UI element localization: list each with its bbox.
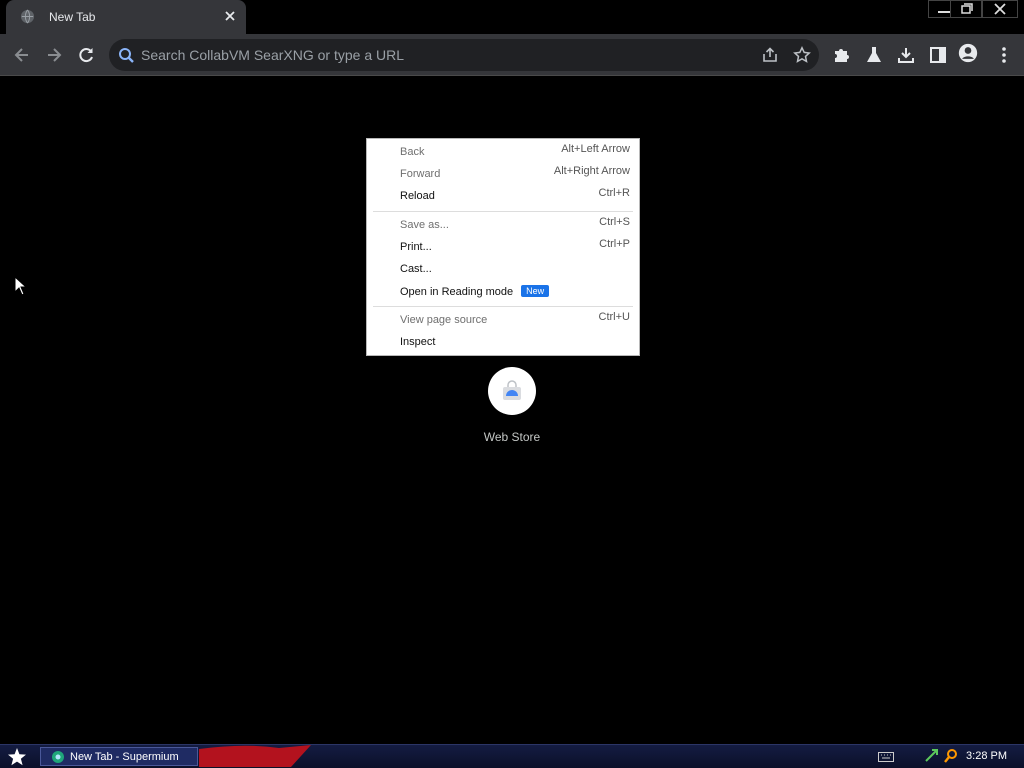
labs-flask-icon[interactable] bbox=[864, 45, 884, 65]
title-bar: New Tab bbox=[0, 0, 1024, 34]
menu-item-save-as[interactable]: Save as... Ctrl+S bbox=[367, 214, 639, 236]
close-button[interactable] bbox=[982, 0, 1018, 18]
toolbar: Search CollabVM SearXNG or type a URL bbox=[0, 34, 1024, 76]
menu-item-reading-mode[interactable]: Open in Reading mode New bbox=[367, 280, 639, 302]
search-magnifier-tray-icon[interactable] bbox=[943, 748, 959, 764]
start-star-icon[interactable] bbox=[7, 747, 27, 767]
menu-item-label: Forward bbox=[400, 168, 441, 180]
menu-item-label: Cast... bbox=[400, 263, 432, 275]
clock: 3:28 PM bbox=[966, 750, 1007, 762]
network-icon[interactable] bbox=[924, 748, 940, 764]
taskbar-item-supermium[interactable]: New Tab - Supermium bbox=[40, 747, 198, 766]
keyboard-icon[interactable] bbox=[878, 752, 894, 762]
menu-separator bbox=[373, 306, 633, 307]
shortcut-tile-web-store[interactable]: Web Store bbox=[472, 367, 552, 457]
new-badge: New bbox=[521, 285, 550, 297]
back-arrow-icon[interactable] bbox=[12, 45, 32, 65]
menu-item-label: Reload bbox=[400, 190, 435, 202]
menu-item-shortcut: Ctrl+R bbox=[598, 187, 630, 199]
web-store-icon bbox=[503, 380, 521, 400]
menu-item-shortcut: Ctrl+S bbox=[599, 216, 630, 228]
bookmark-star-icon[interactable] bbox=[793, 46, 811, 64]
side-panel-icon[interactable] bbox=[928, 45, 948, 65]
close-icon bbox=[994, 3, 1006, 15]
address-bar[interactable]: Search CollabVM SearXNG or type a URL bbox=[109, 39, 819, 71]
menu-item-label: Save as... bbox=[400, 219, 449, 231]
taskbar-decoration bbox=[199, 745, 311, 767]
menu-item-back[interactable]: Back Alt+Left Arrow bbox=[367, 141, 639, 163]
menu-item-label: Print... bbox=[400, 241, 432, 253]
restore-icon bbox=[961, 3, 973, 14]
menu-item-label: Open in Reading mode bbox=[400, 286, 514, 298]
menu-item-label-wrap: Open in Reading mode New bbox=[400, 285, 550, 298]
menu-item-cast[interactable]: Cast... bbox=[367, 258, 639, 280]
menu-item-view-source[interactable]: View page source Ctrl+U bbox=[367, 309, 639, 331]
share-icon[interactable] bbox=[761, 46, 779, 64]
search-input[interactable]: Search CollabVM SearXNG or type a URL bbox=[141, 47, 404, 63]
context-menu: Back Alt+Left Arrow Forward Alt+Right Ar… bbox=[366, 138, 640, 356]
tab-new-tab[interactable]: New Tab bbox=[6, 0, 246, 34]
menu-item-label: Inspect bbox=[400, 336, 436, 348]
tab-title: New Tab bbox=[49, 10, 96, 24]
menu-item-shortcut: Alt+Right Arrow bbox=[553, 165, 630, 177]
menu-item-print[interactable]: Print... Ctrl+P bbox=[367, 236, 639, 258]
menu-item-inspect[interactable]: Inspect bbox=[367, 331, 639, 353]
menu-kebab-icon[interactable] bbox=[994, 45, 1014, 65]
download-icon[interactable] bbox=[896, 45, 916, 65]
shortcut-label: Web Store bbox=[483, 430, 541, 444]
supermium-browser-icon bbox=[52, 751, 64, 763]
tab-close-icon[interactable] bbox=[222, 8, 238, 24]
reload-icon[interactable] bbox=[76, 45, 96, 65]
menu-item-shortcut: Alt+Left Arrow bbox=[561, 143, 630, 155]
menu-item-label: View page source bbox=[400, 314, 488, 326]
menu-item-label: Back bbox=[400, 146, 425, 158]
menu-item-reload[interactable]: Reload Ctrl+R bbox=[367, 185, 639, 207]
restore-button[interactable] bbox=[950, 0, 982, 18]
menu-item-shortcut: Ctrl+U bbox=[598, 311, 630, 323]
menu-item-shortcut: Ctrl+P bbox=[599, 238, 630, 250]
extensions-puzzle-icon[interactable] bbox=[832, 45, 852, 65]
profile-avatar-icon[interactable] bbox=[958, 43, 978, 63]
taskbar-item-label: New Tab - Supermium bbox=[70, 751, 179, 763]
globe-icon bbox=[20, 9, 35, 24]
mouse-cursor-icon bbox=[14, 276, 28, 296]
menu-separator bbox=[373, 211, 633, 212]
menu-item-forward[interactable]: Forward Alt+Right Arrow bbox=[367, 163, 639, 185]
shortcut-icon-circle bbox=[488, 367, 536, 415]
search-icon bbox=[119, 48, 134, 63]
forward-arrow-icon[interactable] bbox=[44, 45, 64, 65]
taskbar: New Tab - Supermium 3:28 PM bbox=[0, 744, 1024, 768]
